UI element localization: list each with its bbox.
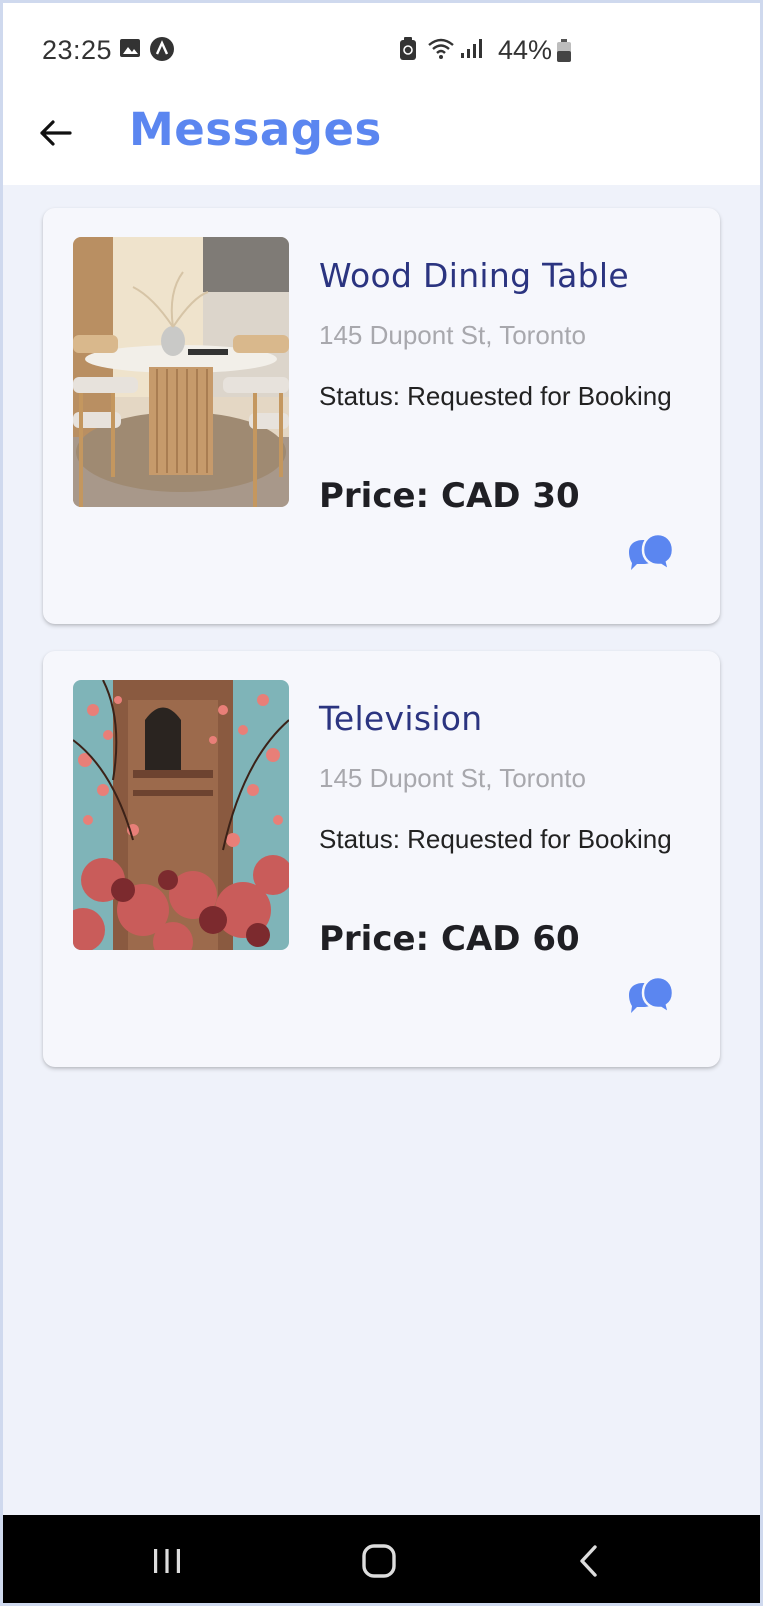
listing-title: Television <box>319 699 483 738</box>
arrow-left-icon <box>38 119 72 152</box>
battery-icon <box>556 39 572 68</box>
recents-icon <box>145 1549 189 1587</box>
page-title: Messages <box>129 103 382 156</box>
wifi-icon <box>427 37 455 64</box>
home-icon <box>357 1544 401 1587</box>
listing-card[interactable]: Television 145 Dupont St, Toronto Status… <box>43 651 720 1067</box>
chat-button[interactable] <box>623 973 675 1025</box>
listing-status: Status: Requested for Booking <box>319 381 672 411</box>
app-notification-icon <box>149 36 175 67</box>
home-button[interactable] <box>357 1539 401 1583</box>
chat-bubbles-icon <box>623 532 675 586</box>
signal-icon <box>459 37 485 64</box>
app-header: Messages <box>3 95 760 185</box>
listing-title: Wood Dining Table <box>319 256 629 295</box>
dining-table-photo <box>73 237 289 507</box>
status-bar: 23:25 44% <box>3 3 760 95</box>
listing-status: Status: Requested for Booking <box>319 824 672 854</box>
phone-screen: 23:25 44% Messages Wood Dining Table 145… <box>3 3 760 1603</box>
image-icon <box>119 37 141 64</box>
back-icon <box>567 1545 611 1587</box>
blossom-tower-photo <box>73 680 289 950</box>
chat-button[interactable] <box>623 530 675 582</box>
chat-bubbles-icon <box>623 975 675 1029</box>
back-button[interactable] <box>31 111 79 159</box>
recents-button[interactable] <box>145 1539 189 1583</box>
back-nav-button[interactable] <box>567 1539 611 1583</box>
listing-price: Price: CAD 30 <box>319 476 580 516</box>
status-time: 23:25 <box>42 35 113 65</box>
battery-percent: 44% <box>498 35 553 65</box>
listing-card[interactable]: Wood Dining Table 145 Dupont St, Toronto… <box>43 208 720 624</box>
listing-address: 145 Dupont St, Toronto <box>319 320 586 350</box>
listing-address: 145 Dupont St, Toronto <box>319 763 586 793</box>
device-icon <box>399 37 417 66</box>
system-nav-bar <box>3 1515 760 1603</box>
listing-price: Price: CAD 60 <box>319 919 580 959</box>
